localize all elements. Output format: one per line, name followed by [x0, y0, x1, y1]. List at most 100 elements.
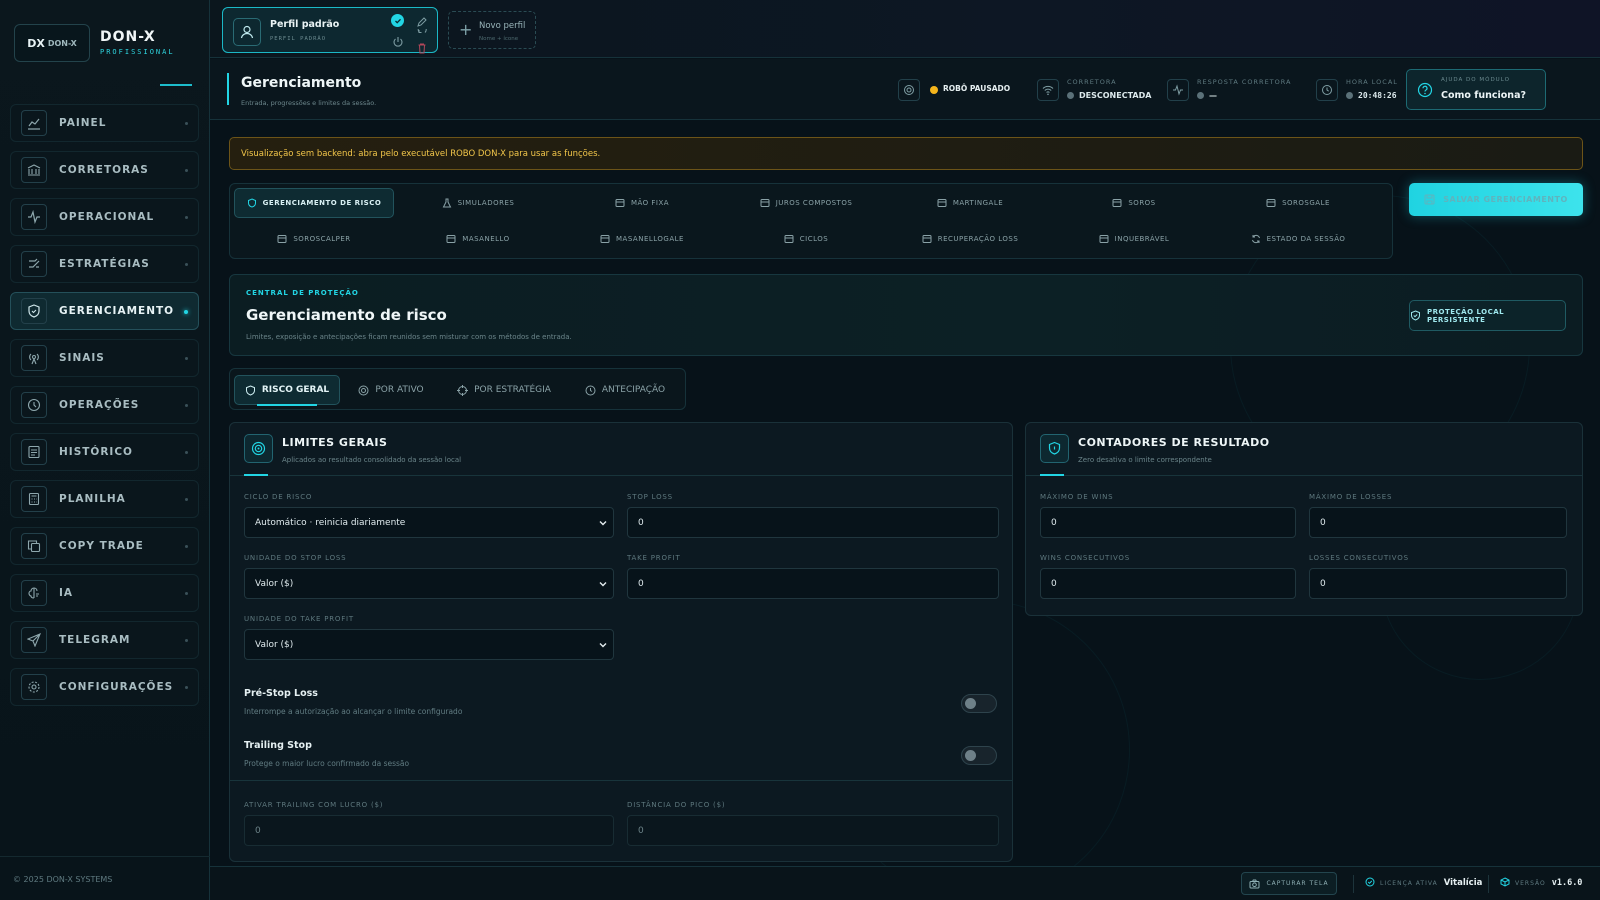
page-subtitle: Entrada, progressões e limites da sessão…: [241, 99, 377, 107]
module-help-button[interactable]: AJUDA DO MÓDULO Como funciona?: [1406, 69, 1546, 110]
take-profit-unit-select[interactable]: Valor ($): [244, 629, 614, 660]
clock-icon: [585, 385, 596, 396]
trail-activate-label: ATIVAR TRAILING COM LUCRO ($): [244, 801, 384, 809]
capture-screen-button[interactable]: CAPTURAR TELA: [1241, 872, 1337, 895]
cube-icon: [1500, 877, 1510, 889]
peak-distance-input[interactable]: 0: [627, 815, 999, 846]
calculator-icon: [21, 486, 47, 512]
sidebar-item-label: HISTÓRICO: [59, 446, 133, 458]
prestop-loss-toggle[interactable]: [961, 694, 997, 713]
consecutive-wins-input[interactable]: 0: [1040, 568, 1296, 599]
tab-recuperacao-loss[interactable]: RECUPERAÇÃO LOSS: [890, 224, 1050, 254]
tab-risco-geral[interactable]: RISCO GERAL: [234, 375, 340, 406]
max-losses-input[interactable]: 0: [1309, 507, 1567, 538]
tab-soroscalper[interactable]: SOROSCALPER: [234, 224, 394, 254]
risk-cycle-select[interactable]: Automático · reinicia diariamente: [244, 507, 614, 538]
save-management-button[interactable]: SALVAR GERENCIAMENTO: [1409, 183, 1583, 216]
take-profit-label: TAKE PROFIT: [627, 554, 681, 562]
page-title: Gerenciamento: [241, 75, 362, 91]
risk-sub-tabs: RISCO GERAL POR ATIVO POR ESTRATÉGIA ANT…: [229, 368, 686, 410]
chart-line-icon: [21, 110, 47, 136]
gear-icon: [21, 674, 47, 700]
sidebar-item-planilha[interactable]: PLANILHA: [10, 480, 199, 518]
module-icon: [1112, 198, 1122, 208]
tab-juros-compostos[interactable]: JUROS COMPOSTOS: [726, 188, 886, 218]
backend-warning: Visualização sem backend: abra pelo exec…: [229, 137, 1583, 170]
panel-title: CONTADORES DE RESULTADO: [1078, 436, 1270, 449]
history-clock-icon: [21, 392, 47, 418]
nav-dot: [185, 545, 188, 548]
take-profit-input[interactable]: 0: [627, 568, 999, 599]
sidebar-item-label: PAINEL: [59, 117, 107, 129]
stop-loss-unit-select[interactable]: Valor ($): [244, 568, 614, 599]
tab-mao-fixa[interactable]: MÃO FIXA: [562, 188, 722, 218]
warning-text: Visualização sem backend: abra pelo exec…: [241, 149, 601, 159]
check-icon: [391, 14, 404, 27]
tab-por-ativo[interactable]: POR ATIVO: [344, 375, 438, 405]
trailing-stop-toggle[interactable]: [961, 746, 997, 765]
sidebar-item-ia[interactable]: IA: [10, 574, 199, 612]
tab-gerenciamento-de-risco[interactable]: GERENCIAMENTO DE RISCO: [234, 188, 394, 218]
new-profile-button[interactable]: + Novo perfil Nome + ícone: [448, 11, 536, 49]
sidebar-item-sinais[interactable]: SINAIS: [10, 339, 199, 377]
time-label: HORA LOCAL: [1346, 78, 1398, 86]
trash-icon[interactable]: [416, 39, 428, 58]
tab-masanello[interactable]: MASANELLO: [398, 224, 558, 254]
panel-header: CONTADORES DE RESULTADO Zero desativa o …: [1026, 423, 1582, 476]
title-accent: [227, 73, 229, 105]
tab-martingale[interactable]: MARTINGALE: [890, 188, 1050, 218]
max-wins-input[interactable]: 0: [1040, 507, 1296, 538]
nav-dot: [185, 169, 188, 172]
page-header: Gerenciamento Entrada, progressões e lim…: [210, 59, 1600, 120]
sidebar-item-operacional[interactable]: OPERACIONAL: [10, 198, 199, 236]
consecutive-losses-input[interactable]: 0: [1309, 568, 1567, 599]
sidebar-item-historico[interactable]: HISTÓRICO: [10, 433, 199, 471]
power-icon[interactable]: [392, 33, 404, 52]
panel-header: LIMITES GERAIS Aplicados ao resultado co…: [230, 423, 1012, 476]
nav-dot: [185, 263, 188, 266]
profile-card-default[interactable]: Perfil padrão PERFIL PADRÃO: [222, 7, 438, 54]
result-counters-panel: CONTADORES DE RESULTADO Zero desativa o …: [1025, 422, 1583, 616]
brand-underline: [160, 84, 192, 86]
tab-ciclos[interactable]: CICLOS: [726, 224, 886, 254]
copyright-text: © 2025 DON-X SYSTEMS: [13, 875, 113, 884]
status-footer: CAPTURAR TELA LICENÇA ATIVA Vitalícia VER…: [210, 866, 1600, 900]
panel-title: LIMITES GERAIS: [282, 436, 388, 449]
tab-sorosgale[interactable]: SOROSGALE: [1218, 188, 1378, 218]
robot-status: ROBÔ PAUSADO: [898, 73, 1026, 107]
nav-dot: [185, 122, 188, 125]
tab-por-estrategia[interactable]: POR ESTRATÉGIA: [442, 375, 566, 405]
tab-inquebravel[interactable]: INQUEBRÁVEL: [1054, 224, 1214, 254]
sidebar-item-corretoras[interactable]: CORRETORAS: [10, 151, 199, 189]
target-icon: [244, 434, 273, 463]
stop-loss-input[interactable]: 0: [627, 507, 999, 538]
copy-icon: [21, 533, 47, 559]
module-icon: [615, 198, 625, 208]
sidebar-item-painel[interactable]: PAINEL: [10, 104, 199, 142]
shield-check-icon: [1410, 310, 1421, 321]
tab-estado-da-sessao[interactable]: ESTADO DA SESSÃO: [1218, 224, 1378, 254]
tab-masanellogale[interactable]: MASANELLOGALE: [562, 224, 722, 254]
tab-soros[interactable]: SOROS: [1054, 188, 1214, 218]
module-icon: [277, 234, 287, 244]
refresh-icon: [1251, 234, 1261, 244]
tab-antecipacao[interactable]: ANTECIPAÇÃO: [570, 375, 680, 405]
sidebar-item-gerenciamento[interactable]: GERENCIAMENTO: [10, 292, 199, 330]
sidebar-item-label: TELEGRAM: [59, 634, 131, 646]
sidebar-item-estrategias[interactable]: ESTRATÉGIAS: [10, 245, 199, 283]
flask-icon: [442, 198, 452, 208]
sidebar-item-copy-trade[interactable]: COPY TRADE: [10, 527, 199, 565]
trailing-activate-input[interactable]: 0: [244, 815, 614, 846]
stop-loss-label: STOP LOSS: [627, 493, 673, 501]
tab-simuladores[interactable]: SIMULADORES: [398, 188, 558, 218]
sidebar-item-label: OPERACIONAL: [59, 211, 155, 223]
sidebar-item-label: PLANILHA: [59, 493, 126, 505]
sidebar: DX DON-X DON-X PROFISSIONAL PAINEL CORRET…: [0, 0, 210, 900]
panel-subtitle: Zero desativa o limite correspondente: [1078, 456, 1212, 464]
nav-dot: [185, 451, 188, 454]
sidebar-item-telegram[interactable]: TELEGRAM: [10, 621, 199, 659]
module-icon: [760, 198, 770, 208]
sidebar-item-operacoes[interactable]: OPERAÇÕES: [10, 386, 199, 424]
cons-wins-label: WINS CONSECUTIVOS: [1040, 554, 1130, 562]
sidebar-item-configuracoes[interactable]: CONFIGURAÇÕES: [10, 668, 199, 706]
